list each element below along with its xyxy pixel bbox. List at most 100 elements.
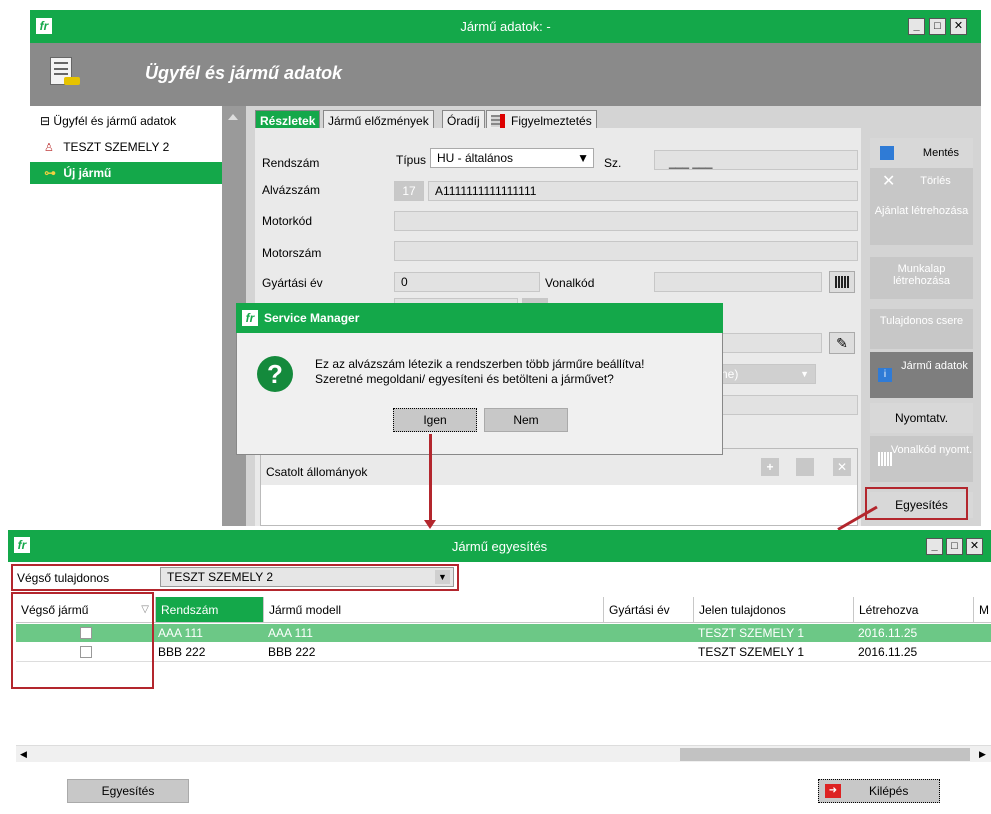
arrow-head [424, 520, 436, 529]
alvazszam-label: Alvázszám [262, 183, 321, 197]
table-row[interactable]: AAA 111 AAA 111 TESZT SZEMELY 1 2016.11.… [16, 624, 991, 642]
save-button[interactable]: Mentés [870, 138, 973, 168]
rendszam-label: Rendszám [262, 156, 320, 170]
tipus-select[interactable]: HU - általános ▼ [430, 148, 594, 168]
create-offer-button[interactable]: Ajánlat létrehozása [870, 195, 973, 245]
column-jelen-tulajdonos[interactable]: Jelen tulajdonos [694, 597, 854, 623]
rendszam-input[interactable]: ___ ___ [654, 150, 858, 170]
close-button[interactable]: ✕ [950, 18, 967, 35]
alvazszam-input[interactable]: A1111111111111111 [428, 181, 858, 201]
cell-tulajdonos: TESZT SZEMELY 1 [698, 626, 805, 640]
vonalkod-input[interactable] [654, 272, 822, 292]
motorkod-input[interactable] [394, 211, 858, 231]
column-jarmu-modell[interactable]: Jármű modell [264, 597, 604, 623]
exit-button[interactable]: ➜ Kilépés [818, 779, 940, 803]
gyartasi-ev-label: Gyártási év [262, 276, 323, 290]
cell-letrehozva: 2016.11.25 [858, 626, 918, 640]
sz-label: Sz. [604, 156, 622, 170]
header-band: Ügyfél és jármű adatok [30, 43, 981, 106]
cell-ev [606, 624, 608, 642]
column-m[interactable]: M [974, 597, 991, 623]
owner-change-button[interactable]: Tulajdonos csere [870, 309, 973, 349]
question-icon: ? [257, 356, 293, 392]
partial-dropdown[interactable]: ne) ▼ [714, 364, 816, 384]
no-button[interactable]: Nem [484, 408, 568, 432]
highlight-box [865, 487, 968, 520]
motorszam-label: Motorszám [262, 246, 322, 260]
alvazszam-length: 17 [394, 181, 424, 201]
horizontal-scrollbar[interactable]: ◀ ▶ [16, 745, 991, 762]
vonalkod-label: Vonalkód [545, 276, 595, 290]
save-icon[interactable] [796, 458, 814, 476]
column-letrehozva[interactable]: Létrehozva [854, 597, 974, 623]
scroll-right-icon[interactable]: ▶ [979, 749, 986, 760]
dialog-titlebar: fr Service Manager [236, 303, 723, 333]
app-logo-icon: fr [242, 310, 258, 326]
maximize-button[interactable]: □ [929, 18, 946, 35]
close-button[interactable]: ✕ [966, 538, 983, 555]
attachments-panel: Csatolt állományok + ✕ [260, 448, 858, 526]
car-icon [64, 77, 80, 85]
vehicle-data-button[interactable]: i Jármű adatok [870, 352, 973, 398]
column-highlight [11, 592, 154, 689]
remove-icon[interactable]: ✕ [833, 458, 851, 476]
attachments-label: Csatolt állományok [266, 465, 368, 479]
partial-input[interactable] [720, 333, 822, 353]
barcode-icon[interactable] [829, 271, 855, 293]
dialog-body: ? Ez az alvázszám létezik a rendszerben … [236, 333, 723, 455]
header-title: Ügyfél és jármű adatok [145, 63, 343, 83]
cell-modell: AAA 111 [268, 626, 313, 640]
yes-button[interactable]: Igen [393, 408, 477, 432]
cell-ev [606, 643, 608, 661]
info-icon: i [878, 368, 892, 382]
tree-item-customer-vehicle[interactable]: ⊟ Ügyfél és jármű adatok [30, 110, 222, 132]
cell-letrehozva: 2016.11.25 [858, 645, 918, 659]
barcode-print-button[interactable]: Vonalkód nyomt. [870, 436, 973, 482]
motorszam-input[interactable] [394, 241, 858, 261]
exit-icon: ➜ [825, 784, 841, 798]
scrollbar-thumb[interactable] [680, 748, 970, 761]
barcode-icon [878, 452, 892, 466]
back-window-titlebar: fr Jármű adatok: - _ □ ✕ [30, 10, 981, 43]
create-worksheet-button[interactable]: Munkalap létrehozása [870, 257, 973, 299]
chevron-down-icon[interactable]: ▼ [577, 149, 589, 167]
minimize-button[interactable]: _ [908, 18, 925, 35]
save-icon [880, 146, 894, 160]
cell-rendszam: BBB 222 [158, 645, 206, 659]
tree-item-customer[interactable]: ♙ TESZT SZEMELY 2 [30, 136, 222, 158]
owner-highlight [11, 564, 459, 591]
back-window-title: Jármű adatok: - [460, 19, 551, 34]
minimize-button[interactable]: _ [926, 538, 943, 555]
delete-button[interactable]: ✕ Törlés [870, 168, 973, 195]
close-icon: ✕ [882, 173, 896, 190]
person-icon: ♙ [44, 142, 54, 154]
scroll-left-icon[interactable]: ◀ [20, 749, 27, 760]
add-icon[interactable]: + [761, 458, 779, 476]
motorkod-label: Motorkód [262, 214, 313, 228]
car-icon: ⊶ [44, 166, 56, 180]
dialog-title: Service Manager [264, 311, 360, 325]
cell-modell: BBB 222 [268, 645, 316, 659]
tree-item-new-vehicle[interactable]: ⊶ Új jármű [30, 162, 222, 184]
navigation-tree: ⊟ Ügyfél és jármű adatok ♙ TESZT SZEMELY… [30, 106, 222, 526]
dialog-message-line-1: Ez az alvázszám létezik a rendszerben tö… [315, 357, 645, 371]
merge-window-title: Jármű egyesítés [451, 539, 548, 554]
column-gyartasi-ev[interactable]: Gyártási év [604, 597, 694, 623]
edit-icon[interactable]: ✎ [829, 332, 855, 354]
cell-tulajdonos: TESZT SZEMELY 1 [698, 645, 805, 659]
print-button[interactable]: Nyomtatv. [870, 403, 973, 433]
table-row[interactable]: BBB 222 BBB 222 TESZT SZEMELY 1 2016.11.… [16, 642, 991, 662]
chevron-down-icon[interactable]: ▼ [800, 365, 809, 383]
cell-rendszam: AAA 111 [158, 626, 203, 640]
collapse-icon[interactable]: ⊟ [40, 114, 50, 128]
gyartasi-ev-input[interactable]: 0 [394, 272, 540, 292]
arrow-line [429, 434, 432, 522]
tipus-label: Típus [396, 153, 427, 167]
maximize-button[interactable]: □ [946, 538, 963, 555]
partial-input-2[interactable] [720, 395, 858, 415]
column-rendszam[interactable]: Rendszám [156, 597, 264, 623]
dialog-message-line-2: Szeretné megoldani/ egyesíteni és betölt… [315, 372, 614, 386]
chevron-up-icon[interactable] [228, 114, 238, 120]
warning-icon [500, 114, 505, 128]
merge-button[interactable]: Egyesítés [67, 779, 189, 803]
